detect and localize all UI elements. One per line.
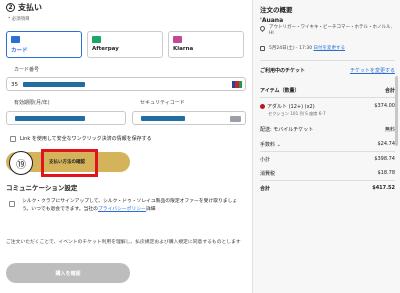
delivery-label: 配送: モバイルチケット [260, 127, 314, 133]
privacy-policy-link[interactable]: プライバシーポリシー [98, 207, 146, 212]
payment-heading: 支払い [18, 3, 42, 12]
fee-price: $24.74 [377, 141, 396, 147]
card-number-redacted [23, 82, 85, 87]
tab-klarna[interactable]: Klarna [168, 31, 244, 58]
cvc-card-icon [230, 116, 241, 122]
fee-label: 手数料 [260, 142, 276, 148]
payment-title: 2 支払い [6, 2, 42, 13]
step-annotation-19: ⑲ [9, 151, 33, 175]
your-tickets-label: ご利用中のチケット [260, 68, 306, 74]
grand-total-label: 合計 [260, 186, 271, 192]
summary-divider-4 [260, 180, 395, 181]
grand-total-price: $417.52 [372, 185, 395, 191]
card-icon [11, 36, 20, 43]
expiry-input[interactable] [6, 111, 126, 125]
ticket-color-dot [260, 104, 265, 109]
fee-row[interactable]: 手数料 ⌄ $24.74 [260, 141, 395, 148]
summary-scrollbar[interactable] [395, 76, 398, 146]
ticket-line-row: アダルト (12+) (x2) $374.00 [260, 103, 395, 110]
grand-total-row: 合計 $417.52 [260, 185, 395, 192]
confirm-purchase-button[interactable]: 購入を確認 [6, 263, 130, 283]
klarna-icon [173, 36, 182, 43]
calendar-icon [260, 46, 265, 51]
event-address: アウトリガー・ワイキキ・ビーチコマー・ホテル・ホノルル, HI [269, 25, 392, 36]
terms-notice: ご注文いただくことで、イベントのチケット利用を理解し、払戻規定および購入規定に同… [6, 240, 241, 245]
tax-row: 消費税 $18.78 [260, 170, 395, 177]
event-date: 5月24日(土) - 17:30 [269, 46, 313, 51]
expiry-label: 有効期限(月/年) [14, 100, 50, 106]
communication-text-suffix: 詳細 [145, 206, 156, 212]
order-summary: 注文の概要 'Auana アウトリガー・ワイキキ・ビーチコマー・ホテル・ホノルル… [252, 0, 400, 293]
item-header: アイテム（数量） [260, 88, 300, 94]
cvc-redacted [141, 116, 185, 121]
ticket-line-label: アダルト (12+) (x2) [267, 104, 315, 110]
card-number-input[interactable]: 35 [6, 77, 246, 91]
total-header: 合計 [384, 88, 395, 94]
card-number-prefix: 35 [11, 82, 18, 88]
expiry-redacted [15, 116, 85, 121]
summary-divider-3 [260, 151, 395, 152]
tab-klarna-label: Klarna [173, 46, 194, 52]
summary-divider-2 [260, 97, 395, 98]
your-tickets-row: ご利用中のチケット チケットを変更する [260, 67, 395, 74]
delivery-row: 配送: モバイルチケット 無料 [260, 126, 395, 133]
step-number-badge: 2 [6, 3, 15, 12]
tax-price: $18.78 [377, 170, 396, 176]
summary-title: 注文の概要 [260, 6, 293, 14]
cvc-label: セキュリティコード [140, 100, 185, 106]
fee-label-wrap: 手数料 ⌄ [260, 141, 281, 148]
event-name: 'Auana [260, 17, 284, 24]
event-date-row: 5月24日(土) - 17:30 日付を変更する [269, 45, 345, 51]
link-save-label: Link を使用して安全なワンクリック決済の情報を保存する [20, 136, 152, 142]
silk-club-checkbox[interactable] [9, 201, 15, 207]
ticket-price: $374.00 [374, 103, 395, 109]
link-save-row: Link を使用して安全なワンクリック決済の情報を保存する [10, 135, 152, 142]
subtotal-label: 小計 [260, 157, 271, 163]
communication-title: コミュニケーション設定 [6, 184, 78, 192]
chevron-down-icon: ⌄ [276, 142, 281, 148]
highlight-box [41, 149, 98, 177]
communication-text: シルク・クラブにサインアップして、シルク・ドゥ・ソレイユ製品の限定オファーを受け… [22, 198, 244, 213]
jcb-icon [232, 81, 242, 88]
payment-method-tabs: カード Afterpay Klarna [6, 31, 244, 58]
card-number-label: カード番号 [14, 67, 40, 73]
ticket-sub: セクション 101 列 S 座席 6-7 [268, 111, 326, 116]
change-tickets-link[interactable]: チケットを変更する [350, 67, 395, 74]
tax-label: 消費税 [260, 171, 276, 177]
subtotal-row: 小計 $398.74 [260, 156, 395, 163]
payment-section: 2 支払い * 必須項目 カード Afterpay Klarna カード番号 3… [0, 0, 248, 293]
tab-card-label: カード [11, 48, 28, 54]
subtotal-price: $398.74 [374, 156, 395, 162]
item-header-row: アイテム（数量） 合計 [260, 87, 395, 94]
tab-card[interactable]: カード [6, 31, 82, 58]
location-pin-icon [258, 24, 267, 33]
change-date-link[interactable]: 日付を変更する [314, 46, 346, 51]
afterpay-icon [92, 36, 101, 43]
required-note: * 必須項目 [8, 17, 30, 22]
tab-afterpay-label: Afterpay [92, 46, 119, 52]
ticket-line: アダルト (12+) (x2) [260, 103, 315, 110]
link-save-checkbox[interactable] [10, 135, 16, 142]
cvc-input[interactable] [132, 111, 246, 125]
delivery-price: 無料 [384, 127, 395, 133]
tab-afterpay[interactable]: Afterpay [87, 31, 163, 58]
summary-divider-1 [260, 60, 395, 61]
